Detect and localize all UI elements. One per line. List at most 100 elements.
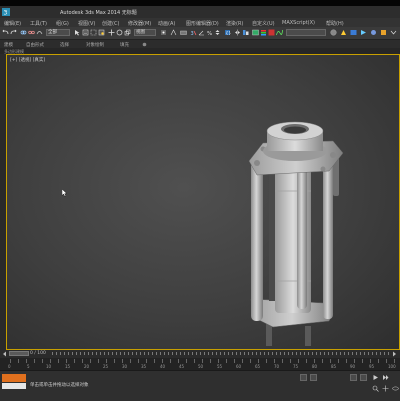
track-bar-tick-label: 100 [388,364,396,369]
toolbar-more-icon[interactable] [390,29,397,36]
track-bar-tick-label: 60 [236,364,242,369]
time-slider[interactable]: 0 / 100 [0,350,400,358]
track-bar-tick-label: 30 [122,364,128,369]
menu-customize[interactable]: 自定义(U) [252,20,275,27]
auto-key-icon[interactable] [350,374,357,381]
track-bar-tick-label: 20 [84,364,90,369]
select-by-name-icon[interactable] [82,29,89,36]
selection-filter-value: 全部 [48,30,57,35]
spinner-snap-icon[interactable] [214,29,221,36]
next-key-icon[interactable] [382,374,389,381]
mirror-icon[interactable] [234,29,241,36]
keyboard-shortcut-icon[interactable] [180,29,187,36]
menu-animation[interactable]: 动画(A) [158,20,175,27]
menu-create[interactable]: 创建(C) [102,20,119,27]
pan-icon[interactable] [382,385,389,392]
perspective-viewport[interactable]: [+] [透视] [真实] [6,54,400,350]
track-bar-tick-label: 0 [8,364,11,369]
material-editor-icon[interactable] [330,29,337,36]
main-toolbar: 全部 视图 3 % {} [0,27,400,40]
rotate-icon[interactable] [116,29,123,36]
time-slider-frame: 0 / 100 [30,351,46,356]
orbit-icon[interactable] [392,385,399,392]
reference-coordinate-dropdown[interactable]: 视图 [134,29,156,36]
scene-explorer-icon[interactable] [252,29,259,36]
menu-help[interactable]: 帮助(H) [326,20,344,27]
play-icon[interactable] [372,374,379,381]
track-bar-tick-label: 85 [331,364,337,369]
viewport-label[interactable]: [+] [透视] [真实] [10,57,45,63]
ribbon-tabs: 建模 自由形式 选择 对象绘制 填充 [0,40,400,48]
maxscript-listener-box[interactable] [2,374,26,382]
svg-text:3: 3 [4,10,8,17]
percent-snap-icon[interactable]: % [206,29,213,36]
absolute-mode-icon[interactable] [310,374,317,381]
track-bar-tick-label: 90 [350,364,356,369]
app-logo-icon[interactable]: 3 [2,8,10,16]
svg-text:%: % [207,31,212,36]
select-object-icon[interactable] [74,29,81,36]
menu-edit[interactable]: 编辑(E) [4,20,21,27]
rectangular-selection-icon[interactable] [90,29,97,36]
status-prompt: 单击或单击并拖动以选择对象 [30,383,89,388]
rendered-frame-window-icon[interactable] [350,29,357,36]
bind-space-warp-icon[interactable] [36,29,43,36]
track-bar-tick-label: 35 [141,364,147,369]
track-bar-tick-label: 95 [369,364,375,369]
reference-coordinate-value: 视图 [136,30,145,35]
track-bar-tick-label: 40 [160,364,166,369]
track-bar[interactable]: 0 5 10 15 20 25 30 35 40 45 50 55 60 65 70 75 80 85 90 95 10… [0,358,400,370]
menu-bar: 编辑(E) 工具(T) 组(G) 视图(V) 创建(C) 修改器(M) 动画(A… [0,18,400,27]
ribbon-options-icon[interactable] [142,42,147,47]
track-bar-tick-label: 10 [46,364,52,369]
menu-tools[interactable]: 工具(T) [30,20,47,27]
named-selection-dropdown[interactable] [286,29,326,36]
time-slider-track [52,352,392,355]
pivot-center-icon[interactable] [160,29,167,36]
graphite-toolbar-icon[interactable] [268,29,275,36]
edit-named-selection-icon[interactable]: {} [224,29,231,36]
time-slider-thumb[interactable] [9,351,29,356]
render-setup-icon[interactable] [340,29,347,36]
snaps-toggle-icon[interactable]: 3 [190,29,197,36]
window-crossing-icon[interactable] [98,29,105,36]
track-bar-tick-label: 45 [179,364,185,369]
menu-views[interactable]: 视图(V) [78,20,95,27]
next-frame-icon[interactable] [392,351,397,357]
track-bar-tick-label: 5 [27,364,30,369]
menu-maxscript[interactable]: MAXScript(X) [282,20,315,26]
lock-selection-icon[interactable] [300,374,307,381]
menu-modifiers[interactable]: 修改器(M) [128,20,151,27]
selection-filter-dropdown[interactable]: 全部 [46,29,70,36]
undo-icon[interactable] [2,29,9,36]
track-bar-tick-label: 55 [217,364,223,369]
zoom-icon[interactable] [372,385,379,392]
prev-frame-icon[interactable] [2,351,7,357]
activeshade-icon[interactable] [380,29,387,36]
layer-manager-icon[interactable] [260,29,267,36]
window-title: Autodesk 3ds Max 2014 无标题 [60,10,137,16]
render-production-icon[interactable] [360,29,367,36]
track-bar-tick-label: 65 [255,364,261,369]
link-icon[interactable] [20,29,27,36]
curve-editor-icon[interactable] [276,29,283,36]
unlink-icon[interactable] [28,29,35,36]
move-icon[interactable] [108,29,115,36]
svg-text:3: 3 [191,31,194,36]
align-icon[interactable] [242,29,249,36]
track-bar-ticks [10,359,395,363]
svg-text:{}: {} [226,31,232,37]
maxscript-input[interactable] [2,383,26,389]
scale-icon[interactable] [124,29,131,36]
menu-group[interactable]: 组(G) [56,20,69,27]
angle-snap-icon[interactable] [198,29,205,36]
track-bar-tick-label: 25 [103,364,109,369]
track-bar-tick-label: 80 [312,364,318,369]
menu-rendering[interactable]: 渲染(R) [226,20,243,27]
render-iterative-icon[interactable] [370,29,377,36]
cylinder-model[interactable] [233,81,363,350]
redo-icon[interactable] [10,29,17,36]
menu-graph-editors[interactable]: 图形编辑器(D) [186,20,219,27]
select-and-manipulate-icon[interactable] [170,29,177,36]
set-key-icon[interactable] [360,374,367,381]
